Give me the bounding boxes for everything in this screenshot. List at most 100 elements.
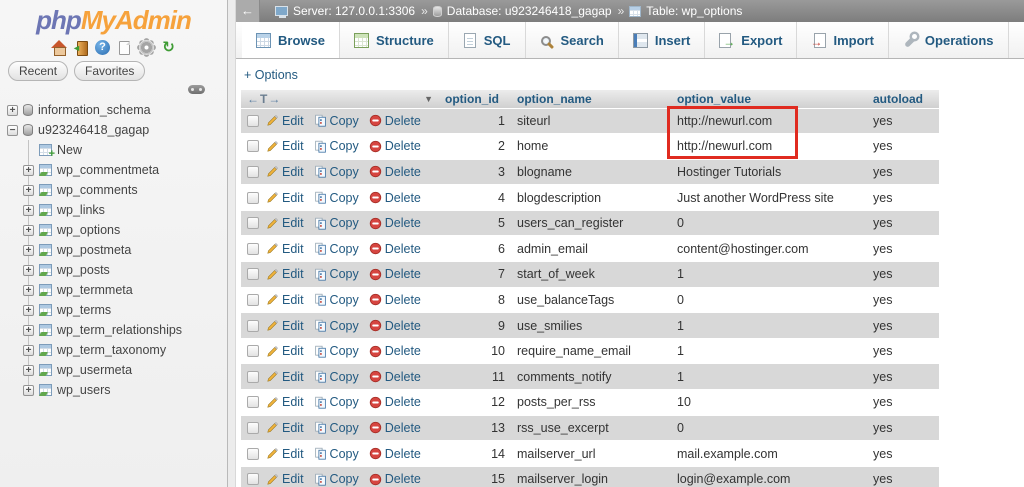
row-checkbox[interactable] <box>247 320 259 332</box>
column-toggle-icon[interactable]: T <box>260 92 267 106</box>
tree-expander-icon[interactable]: + <box>23 385 34 396</box>
tree-item[interactable]: + wp_term_relationships <box>0 320 227 340</box>
row-checkbox[interactable] <box>247 115 259 127</box>
tree-item[interactable]: + wp_posts <box>0 260 227 280</box>
tree-item[interactable]: New <box>0 140 227 160</box>
copy-link[interactable]: Copy <box>314 447 359 461</box>
tree-item[interactable]: + wp_comments <box>0 180 227 200</box>
row-checkbox[interactable] <box>247 396 259 408</box>
tree-item[interactable]: + wp_postmeta <box>0 240 227 260</box>
delete-link[interactable]: Delete <box>369 114 421 128</box>
copy-link[interactable]: Copy <box>314 242 359 256</box>
copy-link[interactable]: Copy <box>314 114 359 128</box>
row-checkbox[interactable] <box>247 345 259 357</box>
edit-link[interactable]: Edit <box>266 421 304 435</box>
tree-item[interactable]: + wp_termmeta <box>0 280 227 300</box>
edit-link[interactable]: Edit <box>266 319 304 333</box>
tree-expander-icon[interactable]: + <box>23 245 34 256</box>
row-checkbox[interactable] <box>247 243 259 255</box>
breadcrumb-item[interactable]: » Table: wp_options <box>618 4 743 18</box>
tree-expander-icon[interactable]: + <box>23 265 34 276</box>
refresh-icon[interactable] <box>161 40 176 55</box>
settings-icon[interactable] <box>139 40 154 55</box>
move-left-icon[interactable]: ← <box>247 92 259 106</box>
tree-expander-icon[interactable]: + <box>23 165 34 176</box>
delete-link[interactable]: Delete <box>369 216 421 230</box>
delete-link[interactable]: Delete <box>369 395 421 409</box>
tree-expander-icon[interactable]: + <box>23 225 34 236</box>
row-checkbox[interactable] <box>247 448 259 460</box>
tab[interactable]: Import <box>797 22 888 58</box>
copy-link[interactable]: Copy <box>314 472 359 486</box>
delete-link[interactable]: Delete <box>369 267 421 281</box>
column-header-option-value[interactable]: option_value <box>671 90 867 108</box>
edit-link[interactable]: Edit <box>266 191 304 205</box>
panel-resize-handle[interactable] <box>228 0 236 487</box>
tree-expander-icon[interactable]: + <box>23 285 34 296</box>
tree-expander-icon[interactable]: + <box>23 305 34 316</box>
edit-link[interactable]: Edit <box>266 216 304 230</box>
copy-link[interactable]: Copy <box>314 293 359 307</box>
tree-expander-icon[interactable]: + <box>23 205 34 216</box>
copy-link[interactable]: Copy <box>314 216 359 230</box>
tree-item[interactable]: + wp_links <box>0 200 227 220</box>
row-checkbox[interactable] <box>247 140 259 152</box>
docs-icon[interactable] <box>119 41 130 55</box>
row-checkbox[interactable] <box>247 371 259 383</box>
tree-expander-icon[interactable]: + <box>23 345 34 356</box>
copy-link[interactable]: Copy <box>314 267 359 281</box>
copy-link[interactable]: Copy <box>314 344 359 358</box>
delete-link[interactable]: Delete <box>369 319 421 333</box>
copy-link[interactable]: Copy <box>314 139 359 153</box>
copy-link[interactable]: Copy <box>314 165 359 179</box>
delete-link[interactable]: Delete <box>369 242 421 256</box>
tree-expander-icon[interactable]: + <box>23 365 34 376</box>
row-checkbox[interactable] <box>247 268 259 280</box>
delete-link[interactable]: Delete <box>369 370 421 384</box>
options-toggle-link[interactable]: + Options <box>244 68 298 82</box>
copy-link[interactable]: Copy <box>314 191 359 205</box>
home-icon[interactable] <box>51 40 67 55</box>
move-right-icon[interactable]: → <box>268 92 280 106</box>
delete-link[interactable]: Delete <box>369 421 421 435</box>
edit-link[interactable]: Edit <box>266 293 304 307</box>
edit-link[interactable]: Edit <box>266 344 304 358</box>
tab[interactable]: Insert <box>619 22 705 58</box>
delete-link[interactable]: Delete <box>369 447 421 461</box>
edit-link[interactable]: Edit <box>266 472 304 486</box>
column-header-option-id[interactable]: option_id <box>439 90 511 108</box>
column-header-option-name[interactable]: option_name <box>511 90 671 108</box>
help-icon[interactable] <box>95 40 110 55</box>
edit-link[interactable]: Edit <box>266 447 304 461</box>
tree-item[interactable]: + wp_commentmeta <box>0 160 227 180</box>
tab[interactable]: Browse <box>242 22 340 58</box>
tab[interactable]: SQL <box>449 22 526 58</box>
copy-link[interactable]: Copy <box>314 421 359 435</box>
tree-item[interactable]: + wp_users <box>0 380 227 400</box>
row-checkbox[interactable] <box>247 422 259 434</box>
tree-expander-icon[interactable]: + <box>7 105 18 116</box>
edit-link[interactable]: Edit <box>266 242 304 256</box>
tab[interactable]: Operations <box>889 22 1009 58</box>
tab[interactable]: Triggers <box>1009 22 1024 58</box>
delete-link[interactable]: Delete <box>369 165 421 179</box>
row-checkbox[interactable] <box>247 166 259 178</box>
edit-link[interactable]: Edit <box>266 395 304 409</box>
tree-item[interactable]: − u923246418_gagap <box>0 120 227 140</box>
row-checkbox[interactable] <box>247 217 259 229</box>
copy-link[interactable]: Copy <box>314 370 359 384</box>
link-panel-icon[interactable] <box>188 85 205 94</box>
delete-link[interactable]: Delete <box>369 472 421 486</box>
row-checkbox[interactable] <box>247 294 259 306</box>
tree-item[interactable]: + wp_usermeta <box>0 360 227 380</box>
header-dropdown-icon[interactable]: ▼ <box>424 94 433 104</box>
row-checkbox[interactable] <box>247 192 259 204</box>
favorites-button[interactable]: Favorites <box>74 61 145 81</box>
edit-link[interactable]: Edit <box>266 165 304 179</box>
copy-link[interactable]: Copy <box>314 319 359 333</box>
logout-icon[interactable] <box>74 40 88 55</box>
tree-item[interactable]: + wp_term_taxonomy <box>0 340 227 360</box>
column-header-autoload[interactable]: autoload <box>867 90 939 108</box>
edit-link[interactable]: Edit <box>266 114 304 128</box>
breadcrumb-item[interactable]: Server: 127.0.0.1:3306 <box>270 4 415 18</box>
